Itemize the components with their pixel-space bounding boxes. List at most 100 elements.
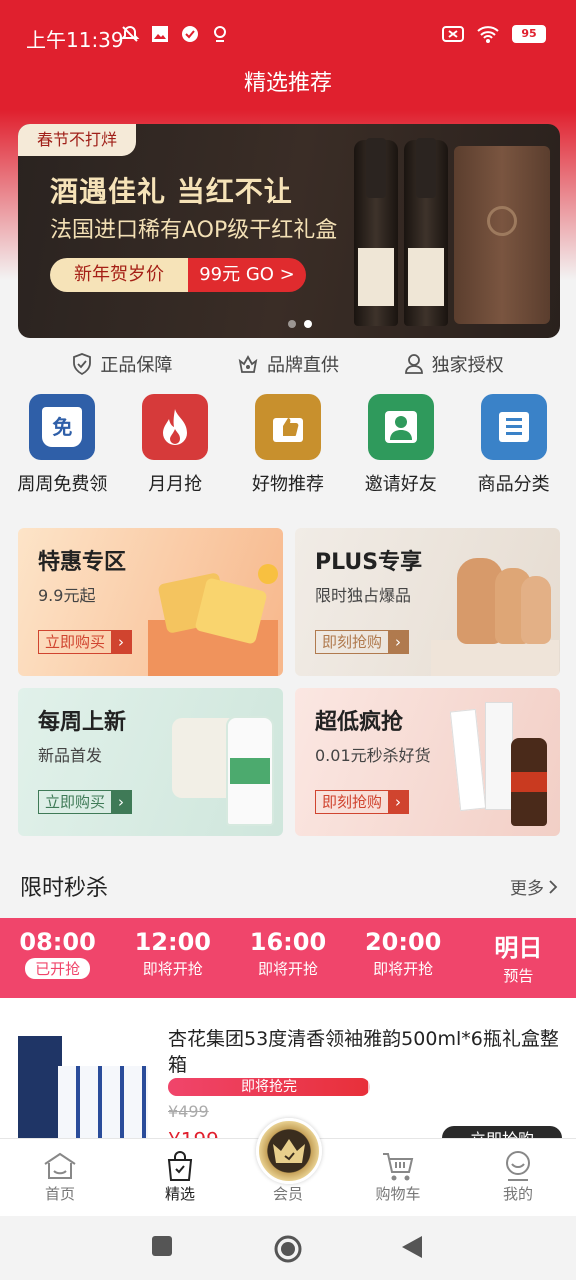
- banner-cta-label: 新年贺岁价: [50, 258, 188, 292]
- flash-sale-title: 限时秒杀: [20, 876, 109, 901]
- chevron-right-icon: ›: [111, 631, 132, 653]
- promo-button-label: 即刻抢购: [322, 633, 383, 651]
- quick-nav-label: 好物推荐: [251, 474, 324, 495]
- mute-icon: [120, 25, 140, 42]
- time-tab-1600[interactable]: 16:00 即将开抢: [233, 918, 343, 998]
- chevron-right-icon: ›: [388, 631, 409, 653]
- shopping-bag-icon: [167, 1151, 193, 1181]
- buy-now-button[interactable]: 立即抢购: [442, 1126, 562, 1138]
- tab-label: 会员: [272, 1185, 303, 1203]
- promo-title: 每周上新: [38, 710, 127, 735]
- back-icon[interactable]: [400, 1234, 424, 1260]
- promo-button-label: 即刻抢购: [322, 793, 383, 811]
- quick-nav-free[interactable]: 免 周周免费领: [7, 394, 117, 504]
- pagination-dot[interactable]: [288, 320, 296, 328]
- quick-nav-monthly[interactable]: 月月抢: [120, 394, 230, 504]
- tab-profile[interactable]: 我的: [478, 1149, 558, 1204]
- guarantee-label: 品牌直供: [266, 355, 339, 376]
- promo-card-new[interactable]: 每周上新 新品首发 立即购买 ›: [18, 688, 283, 836]
- quick-nav-label: 邀请好友: [364, 474, 437, 495]
- time-tab-0800[interactable]: 08:00 已开抢: [3, 918, 113, 998]
- home-button-icon[interactable]: [273, 1234, 303, 1264]
- promo-subtitle: 新品首发: [38, 746, 103, 765]
- gift-box-image: [454, 146, 550, 324]
- guarantee-item: 正品保障: [72, 346, 172, 382]
- quick-nav-category[interactable]: 商品分类: [459, 394, 569, 504]
- gift-box-image: [18, 1036, 62, 1138]
- time-tab-status: 即将开抢: [142, 960, 203, 978]
- porcelain-bottles-image: [58, 1066, 148, 1138]
- guarantee-item: 独家授权: [404, 346, 504, 382]
- free-ticket-glyph: 免: [42, 407, 83, 447]
- quick-nav-invite[interactable]: 邀请好友: [346, 394, 456, 504]
- tab-label: 购物车: [375, 1185, 421, 1203]
- system-nav-bar: [0, 1216, 576, 1280]
- tab-cart[interactable]: 购物车: [358, 1149, 438, 1204]
- invite-user-icon: [367, 394, 434, 460]
- time-tab-time: 16:00: [249, 928, 327, 956]
- chevron-right-icon: ›: [388, 791, 409, 813]
- status-bar: 上午11:39 95: [0, 0, 576, 64]
- promo-buy-button[interactable]: 立即购买 ›: [38, 790, 133, 814]
- promo-card-flash[interactable]: 超低疯抢 0.01元秒杀好货 即刻抢购 ›: [295, 688, 560, 836]
- home-icon: [44, 1152, 76, 1179]
- cart-icon: [383, 1153, 414, 1181]
- location-icon: [214, 26, 226, 42]
- pagination-dot-active[interactable]: [304, 320, 312, 328]
- flash-sale-header: 限时秒杀 更多: [0, 862, 576, 906]
- wifi-icon: [477, 26, 499, 43]
- crown-badge-icon: [238, 355, 258, 373]
- vip-crown-icon[interactable]: [256, 1118, 322, 1184]
- tab-home[interactable]: 首页: [20, 1149, 100, 1204]
- guarantee-label: 独家授权: [431, 355, 504, 376]
- page-title: 精选推荐: [243, 71, 332, 96]
- time-tab-2000[interactable]: 20:00 即将开抢: [348, 918, 458, 998]
- guarantee-strip: 正品保障 品牌直供 独家授权: [0, 346, 576, 382]
- promo-banner[interactable]: 春节不打烊 酒遇佳礼 当红不让 法国进口稀有AOP级干红礼盒 新年贺岁价 99元…: [18, 124, 560, 338]
- promo-card-deals[interactable]: 特惠专区 9.9元起 立即购买 ›: [18, 528, 283, 676]
- banner-cta-button[interactable]: 新年贺岁价 99元 GO >: [50, 258, 306, 292]
- time-tab-status: 预告: [503, 967, 534, 985]
- promo-title: 超低疯抢: [315, 710, 404, 735]
- check-badge-icon: [182, 26, 198, 42]
- tab-member[interactable]: 会员: [248, 1183, 328, 1204]
- promo-title: PLUS专享: [315, 550, 423, 575]
- battery-icon: 95: [512, 25, 546, 43]
- promo-button-label: 立即购买: [45, 633, 106, 651]
- image-icon: [152, 26, 168, 42]
- coin-image: [258, 564, 278, 584]
- promo-button-label: 立即购买: [45, 793, 106, 811]
- chevron-right-icon: [549, 879, 558, 894]
- banner-subtitle: 法国进口稀有AOP级干红礼盒: [50, 218, 338, 243]
- time-tab-tomorrow[interactable]: 明日 预告: [463, 918, 573, 998]
- quick-nav-recommend[interactable]: 好物推荐: [233, 394, 343, 504]
- flash-sale-product[interactable]: 杏花集团53度清香领袖雅韵500ml*6瓶礼盒整箱 即将抢完 ¥499 ¥199…: [0, 998, 576, 1138]
- flame-icon: [142, 394, 209, 460]
- time-tab-time: 08:00: [19, 928, 96, 956]
- original-price: ¥499: [168, 1102, 209, 1121]
- category-icon: [480, 394, 547, 460]
- tab-featured[interactable]: 精选: [140, 1149, 220, 1204]
- time-tab-status: 即将开抢: [257, 960, 318, 978]
- toothpaste-image: [485, 702, 513, 810]
- sale-price: ¥199: [168, 1128, 219, 1138]
- recents-icon[interactable]: [150, 1234, 174, 1258]
- more-label: 更多: [510, 879, 544, 899]
- bottle-label-image: [230, 758, 270, 784]
- banner-cta-price: 99元 GO >: [188, 258, 306, 292]
- promo-buy-button[interactable]: 立即购买 ›: [38, 630, 133, 654]
- promo-subtitle: 9.9元起: [38, 586, 96, 605]
- liquor-jar-image: [521, 576, 551, 644]
- toothpaste-box-image: [449, 708, 487, 812]
- free-ticket-icon: 免: [29, 394, 96, 460]
- wine-bottle-image: [404, 138, 448, 326]
- promo-buy-button[interactable]: 即刻抢购 ›: [315, 630, 410, 654]
- promo-buy-button[interactable]: 即刻抢购 ›: [315, 790, 410, 814]
- time-tab-1200[interactable]: 12:00 即将开抢: [118, 918, 228, 998]
- product-image[interactable]: [18, 1036, 150, 1138]
- promo-card-plus[interactable]: PLUS专享 限时独占爆品 即刻抢购 ›: [295, 528, 560, 676]
- tab-label: 我的: [502, 1185, 533, 1203]
- thumbs-up-icon: [254, 394, 321, 460]
- product-name: 杏花集团53度清香领袖雅韵500ml*6瓶礼盒整箱: [168, 1028, 559, 1076]
- flash-sale-more-link[interactable]: 更多: [510, 874, 558, 899]
